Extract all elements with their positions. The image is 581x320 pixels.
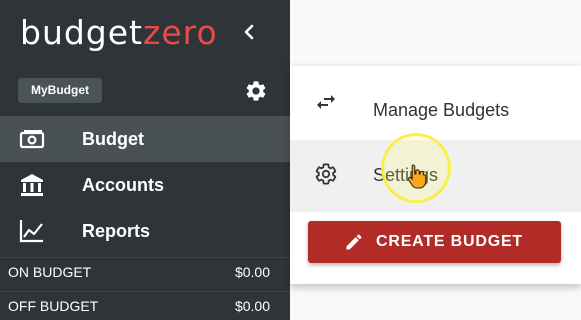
manage-budgets-menu-item[interactable]: Manage Budgets [290, 66, 581, 138]
chevron-left-icon [244, 24, 254, 40]
create-budget-button[interactable]: CREATE BUDGET [308, 221, 561, 263]
gear-icon [314, 162, 338, 186]
sidebar-item-label: Budget [82, 128, 144, 149]
menu-item-label: Manage Budgets [373, 100, 510, 120]
summary-value: $0.00 [234, 298, 270, 314]
sidebar-item-budget[interactable]: Budget [0, 116, 290, 162]
budget-money-icon [18, 125, 46, 153]
brand-text-accent: zero [143, 13, 218, 52]
current-budget-chip[interactable]: MyBudget [18, 78, 102, 103]
bank-icon [18, 171, 46, 199]
summary-label: OFF BUDGET [8, 298, 99, 314]
menu-item-label: Settings [373, 165, 439, 185]
summary-label: ON BUDGET [8, 264, 92, 280]
brand-logo: budgetzero [20, 10, 218, 56]
pencil-icon [344, 232, 364, 252]
create-budget-label: CREATE BUDGET [376, 233, 523, 250]
budget-settings-button[interactable] [244, 79, 268, 103]
brand-text-primary: budget [20, 13, 143, 52]
summary-value: $0.00 [234, 264, 270, 280]
gear-icon [246, 81, 266, 101]
off-budget-summary[interactable]: OFF BUDGET $0.00 [0, 291, 290, 320]
collapse-sidebar-button[interactable] [238, 20, 260, 44]
sidebar-item-accounts[interactable]: Accounts [0, 162, 290, 208]
sidebar-item-reports[interactable]: Reports [0, 208, 290, 254]
sidebar: budgetzero MyBudget Budget Accounts Repo… [0, 0, 290, 320]
app-window: budgetzero MyBudget Budget Accounts Repo… [0, 0, 581, 320]
swap-arrows-icon [314, 90, 338, 114]
on-budget-summary[interactable]: ON BUDGET $0.00 [0, 257, 290, 288]
budget-options-menu: Manage Budgets Settings CREATE BUDGET [290, 66, 581, 284]
sidebar-item-label: Reports [82, 220, 151, 241]
sidebar-item-label: Accounts [82, 174, 165, 195]
line-chart-icon [18, 217, 46, 245]
settings-menu-item[interactable]: Settings [290, 140, 581, 212]
